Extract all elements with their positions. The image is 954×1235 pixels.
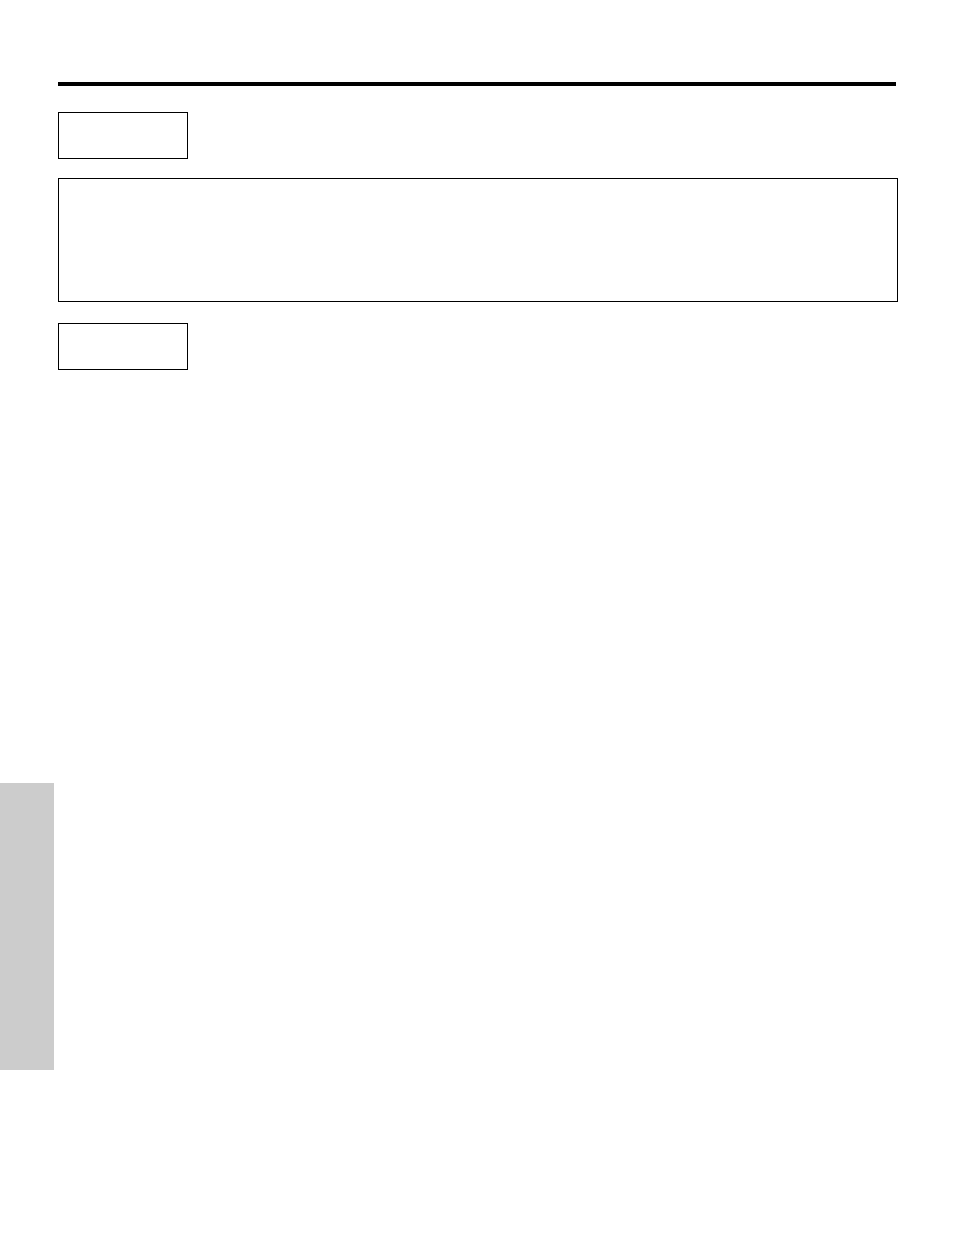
side-tab [0, 783, 54, 1070]
document-page [0, 0, 954, 1235]
large-box [58, 178, 898, 302]
small-box-1 [58, 112, 188, 159]
header-rule [58, 82, 896, 86]
small-box-2 [58, 323, 188, 370]
